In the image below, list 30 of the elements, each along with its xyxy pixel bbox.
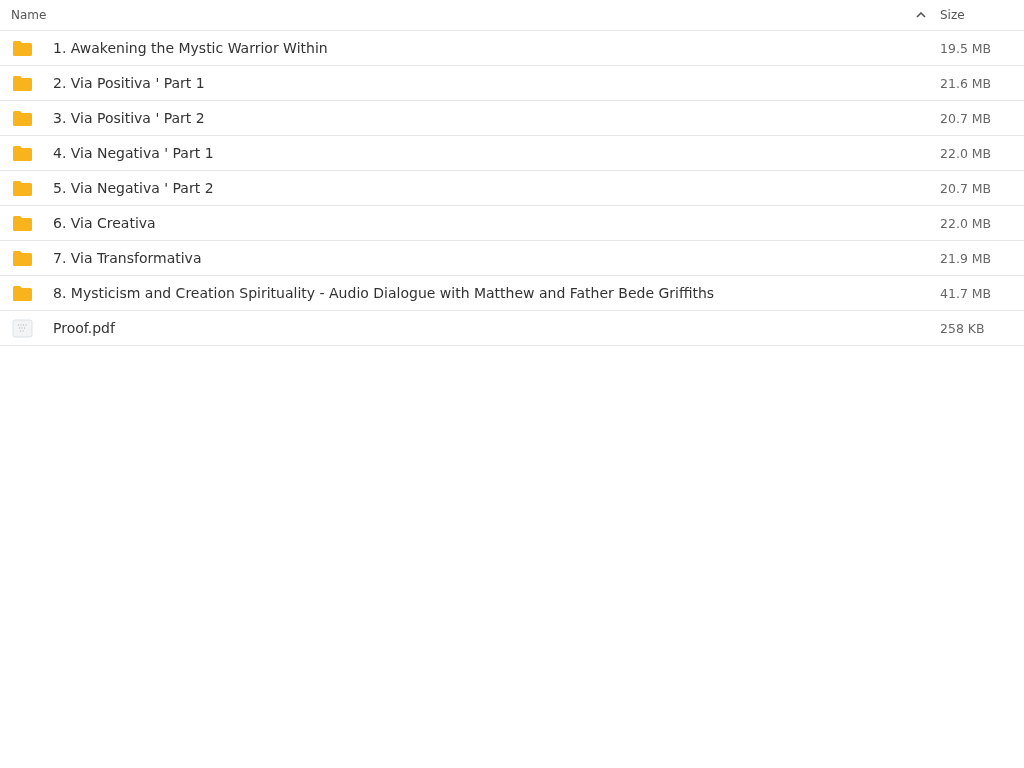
file-name[interactable]: Proof.pdf (53, 320, 940, 336)
document-icon (12, 318, 33, 338)
file-name[interactable]: 3. Via Positiva ' Part 2 (53, 110, 940, 126)
folder-icon (12, 109, 33, 127)
file-name[interactable]: 5. Via Negativa ' Part 2 (53, 180, 940, 196)
folder-icon (12, 214, 33, 232)
file-name[interactable]: 4. Via Negativa ' Part 1 (53, 145, 940, 161)
file-name[interactable]: 2. Via Positiva ' Part 1 (53, 75, 940, 91)
folder-icon (12, 74, 33, 92)
file-name[interactable]: 1. Awakening the Mystic Warrior Within (53, 40, 940, 56)
file-name[interactable]: 8. Mysticism and Creation Spirituality - Audio Dialogue with Matthew and Father Bede Griffiths (53, 285, 940, 301)
column-header[interactable]: Size (940, 8, 965, 22)
file-size: 258 KB (940, 320, 986, 336)
column-header[interactable]: Name (11, 8, 47, 22)
file-size: 41.7 MB (940, 285, 993, 301)
file-size: 22.0 MB (940, 215, 993, 231)
folder-icon (12, 284, 33, 302)
folder-icon (12, 144, 33, 162)
folder-icon (12, 39, 33, 57)
folder-icon (12, 249, 33, 267)
file-name[interactable]: 6. Via Creativa (53, 215, 940, 231)
file-size: 21.9 MB (940, 250, 993, 266)
file-size: 19.5 MB (940, 40, 993, 56)
folder-icon (12, 179, 33, 197)
file-size: 20.7 MB (940, 180, 993, 196)
file-size: 21.6 MB (940, 75, 993, 91)
file-size: 20.7 MB (940, 110, 993, 126)
file-name[interactable]: 7. Via Transformativa (53, 250, 940, 266)
file-size: 22.0 MB (940, 145, 993, 161)
sort-caret-icon[interactable] (916, 12, 926, 18)
